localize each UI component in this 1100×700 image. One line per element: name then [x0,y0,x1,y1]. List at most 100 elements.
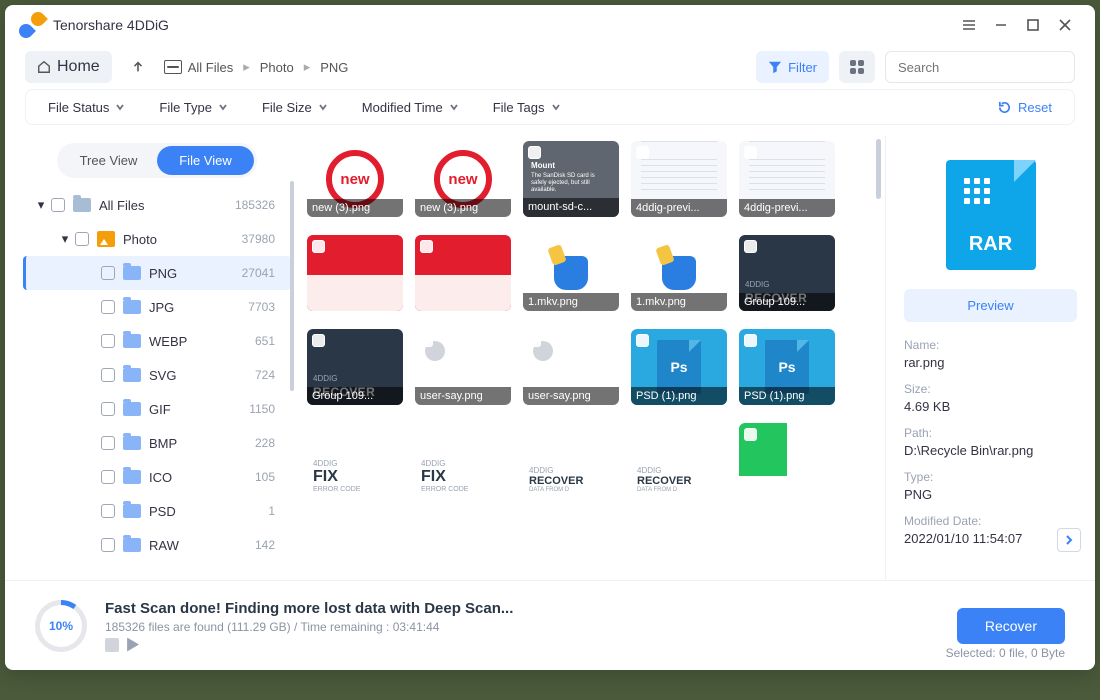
view-toggle: Tree View File View [57,143,257,178]
file-cell[interactable]: MountThe SanDisk SD card is safely eject… [523,141,619,217]
recover-button[interactable]: Recover [957,608,1065,644]
tree-item-raw[interactable]: RAW142 [23,528,291,562]
file-cell[interactable]: 4ddig-previ... [631,141,727,217]
checkbox[interactable] [312,428,325,441]
menu-button[interactable] [953,9,985,41]
file-cell[interactable]: 4DDIGRECOVERDATA FROM D [523,423,619,499]
tree-item-png[interactable]: PNG27041 [23,256,291,290]
file-cell[interactable]: dd0fa8f8-d... [307,235,403,311]
name-label: Name: [904,338,1077,352]
file-cell[interactable]: newnew (3).png [307,141,403,217]
checkbox[interactable] [420,240,433,253]
folder-icon [123,436,141,450]
caret-down-icon: ▾ [35,197,47,213]
filter-file-status[interactable]: File Status [48,100,125,115]
breadcrumb-photo[interactable]: Photo [260,60,294,75]
file-cell[interactable]: user-say.png [415,329,511,405]
checkbox[interactable] [101,538,115,552]
filter-modified-time[interactable]: Modified Time [362,100,459,115]
breadcrumb-root[interactable]: All Files [164,60,234,75]
filter-file-size[interactable]: File Size [262,100,328,115]
tree-item-webp[interactable]: WEBP651 [23,324,291,358]
next-page-button[interactable] [1057,528,1081,552]
checkbox[interactable] [101,368,115,382]
checkbox[interactable] [744,146,757,159]
checkbox[interactable] [101,334,115,348]
file-view-tab[interactable]: File View [157,146,254,175]
file-cell[interactable]: dd0fa8f8-d... [415,235,511,311]
file-cell[interactable]: user-say.png [523,329,619,405]
sidebar-scrollbar[interactable] [290,181,294,580]
checkbox[interactable] [636,146,649,159]
checkbox[interactable] [528,146,541,159]
scan-play-button[interactable] [125,638,139,652]
file-cell[interactable]: 1.mkv.png [523,235,619,311]
checkbox[interactable] [420,428,433,441]
checkbox[interactable] [528,334,541,347]
file-cell[interactable]: 4DDIGFIXERROR CODE [415,423,511,499]
file-tree: ▾ All Files 185326 ▾ Photo 37980 PNG2704… [23,188,291,580]
file-cell[interactable]: PsPSD (1).png [739,329,835,405]
tree-item-psd[interactable]: PSD1 [23,494,291,528]
tree-item-bmp[interactable]: BMP228 [23,426,291,460]
preview-button[interactable]: Preview [904,289,1077,322]
tree-view-tab[interactable]: Tree View [60,146,157,175]
home-icon [37,60,51,74]
checkbox[interactable] [51,198,65,212]
checkbox[interactable] [636,334,649,347]
checkbox[interactable] [744,428,757,441]
checkbox[interactable] [101,266,115,280]
filter-file-tags[interactable]: File Tags [493,100,561,115]
modified-value: 2022/01/10 11:54:07 [904,531,1077,546]
toolbar: Home All Files ▸ Photo ▸ PNG Filter [5,45,1095,89]
checkbox[interactable] [636,428,649,441]
close-button[interactable] [1049,9,1081,41]
file-cell[interactable]: 4DDIGRECOVERDATA FROM D [631,423,727,499]
checkbox[interactable] [744,240,757,253]
maximize-button[interactable] [1017,9,1049,41]
scan-stop-button[interactable] [105,638,119,652]
file-cell[interactable]: 4ddig-previ... [739,141,835,217]
checkbox[interactable] [636,240,649,253]
checkbox[interactable] [528,240,541,253]
minimize-button[interactable] [985,9,1017,41]
checkbox[interactable] [528,428,541,441]
checkbox[interactable] [101,436,115,450]
checkbox[interactable] [420,146,433,159]
checkbox[interactable] [101,470,115,484]
breadcrumb-png[interactable]: PNG [320,60,348,75]
file-cell[interactable]: 4DDIGRECOVERGroup 109... [739,235,835,311]
checkbox[interactable] [312,334,325,347]
search-input[interactable] [898,60,1074,75]
photo-icon [97,231,115,247]
checkbox[interactable] [420,334,433,347]
filter-file-type[interactable]: File Type [159,100,228,115]
checkbox[interactable] [101,504,115,518]
up-button[interactable] [122,51,154,83]
grid-scrollbar[interactable] [876,139,881,199]
checkbox[interactable] [312,240,325,253]
reset-button[interactable]: Reset [997,100,1052,115]
file-cell[interactable]: 1.mkv.png [631,235,727,311]
file-cell[interactable] [739,423,835,499]
file-cell[interactable]: newnew (3).png [415,141,511,217]
tree-photo[interactable]: ▾ Photo 37980 [23,222,291,256]
checkbox[interactable] [75,232,89,246]
checkbox[interactable] [101,402,115,416]
tree-item-jpg[interactable]: JPG7703 [23,290,291,324]
tree-item-gif[interactable]: GIF1150 [23,392,291,426]
filter-button[interactable]: Filter [756,51,829,83]
file-cell[interactable]: PsPSD (1).png [631,329,727,405]
checkbox[interactable] [101,300,115,314]
tree-all-files[interactable]: ▾ All Files 185326 [23,188,291,222]
breadcrumb: All Files ▸ Photo ▸ PNG [164,59,349,75]
checkbox[interactable] [744,334,757,347]
tree-item-svg[interactable]: SVG724 [23,358,291,392]
checkbox[interactable] [312,146,325,159]
view-grid-button[interactable] [839,51,875,83]
file-cell[interactable]: 4DDIGRECOVERGroup 109... [307,329,403,405]
tree-item-ico[interactable]: ICO105 [23,460,291,494]
home-button[interactable]: Home [25,51,112,83]
folder-icon [123,266,141,280]
file-cell[interactable]: 4DDIGFIXERROR CODE [307,423,403,499]
